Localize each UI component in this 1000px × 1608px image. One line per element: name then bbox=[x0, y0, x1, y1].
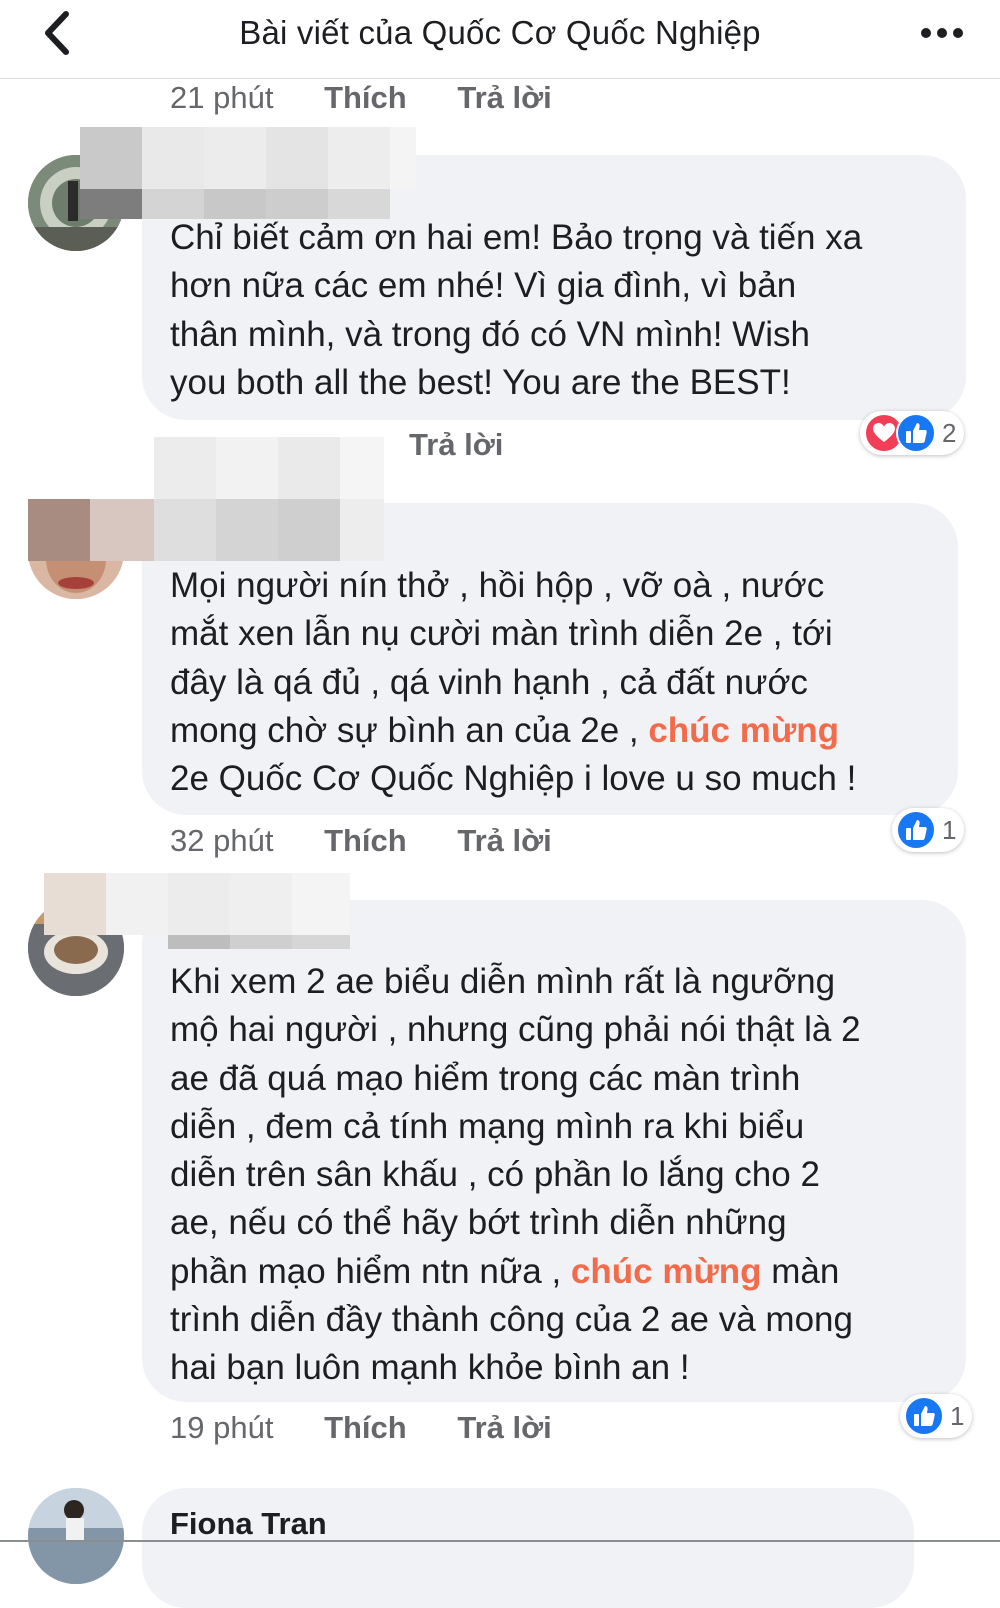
like-button[interactable]: Thích bbox=[324, 80, 407, 116]
comment-time: 32 phút bbox=[170, 823, 274, 858]
comment-actions: 21 phút Thích Trả lời bbox=[170, 80, 594, 120]
comment-actions: 32 phút Thích Trả lời bbox=[170, 823, 594, 863]
highlighted-text: chúc mừng bbox=[570, 1251, 762, 1291]
reaction-count: 2 bbox=[942, 417, 957, 448]
like-button[interactable]: Thích bbox=[324, 1410, 407, 1446]
page-title: Bài viết của Quốc Cơ Quốc Nghiệp bbox=[239, 14, 761, 51]
comment-actions: 19 phút Thích Trả lời bbox=[170, 1410, 594, 1450]
highlighted-text: chúc mừng bbox=[648, 710, 839, 750]
comment-actions: Trả lời bbox=[409, 427, 545, 467]
reaction-summary[interactable]: 1 bbox=[900, 1394, 973, 1438]
reply-button[interactable]: Trả lời bbox=[457, 1410, 551, 1446]
chevron-left-icon bbox=[45, 11, 69, 55]
like-icon bbox=[896, 810, 936, 850]
reply-button[interactable]: Trả lời bbox=[457, 80, 551, 116]
top-bar: Bài viết của Quốc Cơ Quốc Nghiệp bbox=[0, 0, 1000, 79]
reaction-summary[interactable]: 2 bbox=[860, 411, 965, 455]
bottom-divider bbox=[0, 1540, 1000, 1542]
comment-text: Chỉ biết cảm ơn hai em! Bảo trọng và tiế… bbox=[170, 218, 863, 402]
blurred-name bbox=[44, 873, 350, 949]
reaction-summary[interactable]: 1 bbox=[892, 808, 965, 852]
reaction-count: 1 bbox=[950, 1400, 965, 1431]
more-button[interactable] bbox=[920, 18, 964, 48]
like-icon bbox=[896, 413, 936, 453]
blurred-name bbox=[28, 437, 384, 561]
avatar[interactable] bbox=[28, 1488, 124, 1584]
reaction-count: 1 bbox=[942, 814, 957, 845]
comment-text: Khi xem 2 ae biểu diễn mình rất là ngưỡn… bbox=[170, 962, 861, 1388]
back-button[interactable] bbox=[36, 8, 86, 58]
blurred-name bbox=[80, 127, 416, 219]
comment-text: Mọi người nín thở , hồi hộp , vỡ oà , nư… bbox=[170, 566, 857, 799]
like-button[interactable]: Thích bbox=[324, 823, 407, 859]
commenter-name[interactable]: Fiona Tran bbox=[170, 1506, 327, 1542]
more-horizontal-icon bbox=[921, 28, 963, 38]
comment-time: 19 phút bbox=[170, 1410, 274, 1445]
reply-button[interactable]: Trả lời bbox=[409, 427, 503, 463]
like-icon bbox=[904, 1396, 944, 1436]
reply-button[interactable]: Trả lời bbox=[457, 823, 551, 859]
comment-time: 21 phút bbox=[170, 80, 274, 115]
